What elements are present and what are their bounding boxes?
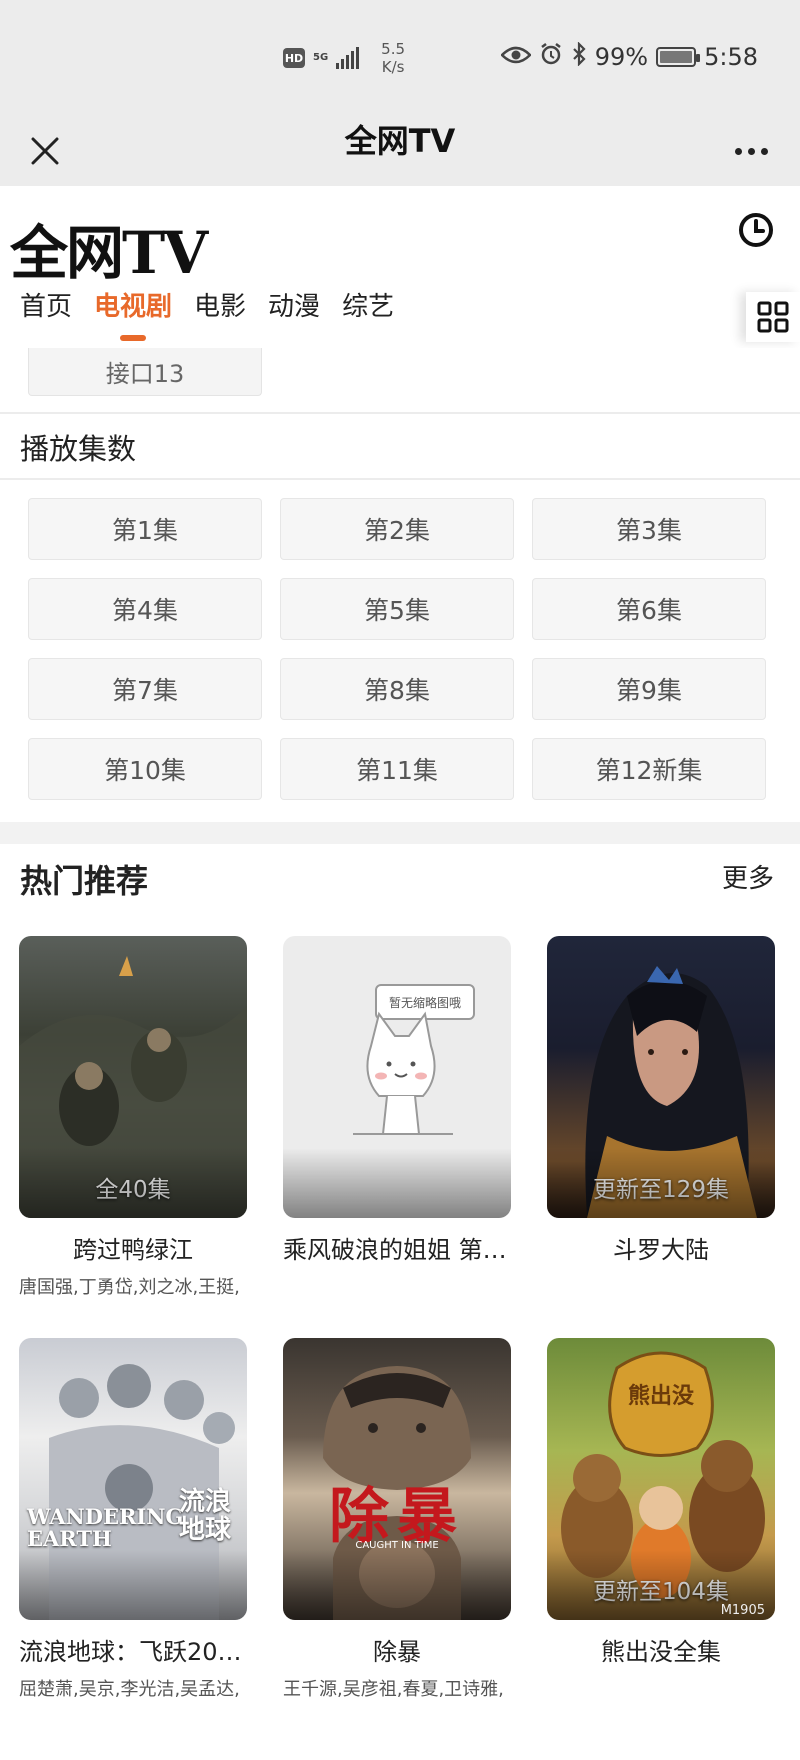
episode-button[interactable]: 第9集 xyxy=(532,658,766,720)
tab-movies[interactable]: 电影 xyxy=(194,286,246,341)
history-button[interactable] xyxy=(736,210,776,250)
source-chip[interactable]: 接口13 xyxy=(28,348,262,396)
poster-image: 全40集 xyxy=(19,936,247,1218)
tab-anime[interactable]: 动漫 xyxy=(268,286,320,341)
episode-button[interactable]: 第4集 xyxy=(28,578,262,640)
video-card[interactable]: 全40集 跨过鸭绿江 唐国强,丁勇岱,刘之冰,王挺, xyxy=(19,936,247,1299)
episode-button[interactable]: 第10集 xyxy=(28,738,262,800)
more-options-button[interactable] xyxy=(724,124,778,178)
category-grid-button[interactable] xyxy=(746,292,800,342)
tab-home[interactable]: 首页 xyxy=(20,286,72,341)
episode-button[interactable]: 第12新集 xyxy=(532,738,766,800)
section-separator xyxy=(0,822,800,844)
status-left: HD 5G 5.5 K/s xyxy=(283,40,405,76)
hot-title: 热门推荐 xyxy=(20,862,149,900)
episode-grid: 第1集 第2集 第3集 第4集 第5集 第6集 第7集 第8集 第9集 第10集… xyxy=(28,498,768,800)
card-title: 流浪地球：飞跃20… xyxy=(19,1638,242,1666)
episode-button[interactable]: 第5集 xyxy=(280,578,514,640)
poster-subtitle-text: CAUGHT IN TIME xyxy=(355,1540,439,1551)
close-button[interactable] xyxy=(18,124,72,178)
video-card[interactable]: 更新至129集 斗罗大陆 xyxy=(547,936,775,1265)
close-icon xyxy=(31,137,59,165)
video-card[interactable]: 暂无缩略图哦 乘风破浪的姐姐 第… xyxy=(283,936,511,1265)
cat-mascot-icon xyxy=(353,1011,453,1135)
speed-unit: K/s xyxy=(381,58,405,76)
poster-badge: 更新至129集 xyxy=(593,1177,729,1203)
bluetooth-icon xyxy=(571,41,587,72)
episodes-title: 播放集数 xyxy=(20,432,137,466)
poster-badge: 更新至104集 xyxy=(593,1579,729,1605)
tab-variety[interactable]: 综艺 xyxy=(342,286,394,341)
more-dots-icon xyxy=(732,147,771,155)
card-cast: 王千源,吴彦祖,春夏,卫诗雅, xyxy=(283,1679,504,1700)
episode-button[interactable]: 第7集 xyxy=(28,658,262,720)
category-tabs: 首页 电视剧 电影 动漫 综艺 xyxy=(20,286,394,341)
video-card[interactable]: WANDERING EARTH 流浪地球 流浪地球：飞跃20… 屈楚萧,吴京,李… xyxy=(19,1338,247,1701)
poster-image: WANDERING EARTH 流浪地球 xyxy=(19,1338,247,1620)
network-type: 5G xyxy=(313,52,329,63)
poster-text-cn: 流浪地球 xyxy=(179,1487,232,1545)
poster-text-en: WANDERING EARTH xyxy=(27,1504,184,1551)
source-row: 接口13 xyxy=(0,348,800,414)
card-cast: 屈楚萧,吴京,李光洁,吴孟达, xyxy=(19,1679,240,1700)
poster-image: 更新至129集 xyxy=(547,936,775,1218)
episode-button[interactable]: 第2集 xyxy=(280,498,514,560)
tab-tv-series[interactable]: 电视剧 xyxy=(94,286,172,341)
card-title: 跨过鸭绿江 xyxy=(73,1236,193,1264)
clock-icon xyxy=(739,213,773,247)
signal-icon xyxy=(336,47,360,69)
battery-fill xyxy=(660,51,692,63)
poster-logo-text: 熊出没 xyxy=(627,1384,694,1409)
episode-button[interactable]: 第11集 xyxy=(280,738,514,800)
episode-button[interactable]: 第3集 xyxy=(532,498,766,560)
status-right: 99% 5:58 xyxy=(499,41,758,72)
nav-bar: 全网TV xyxy=(0,116,800,186)
clock-time: 5:58 xyxy=(704,43,758,71)
poster-image: 熊出没 M1905 更新至104集 xyxy=(547,1338,775,1620)
card-cast: 唐国强,丁勇岱,刘之冰,王挺, xyxy=(19,1277,240,1298)
poster-placeholder: 暂无缩略图哦 xyxy=(283,936,511,1218)
episode-button[interactable]: 第8集 xyxy=(280,658,514,720)
hd-badge: HD xyxy=(283,48,305,68)
episode-button[interactable]: 第1集 xyxy=(28,498,262,560)
card-title: 除暴 xyxy=(373,1638,421,1666)
video-card[interactable]: 除暴 CAUGHT IN TIME 除暴 王千源,吴彦祖,春夏,卫诗雅, xyxy=(283,1338,511,1701)
network-speed: 5.5 K/s xyxy=(381,40,405,76)
app-header: 全网TV 首页 电视剧 电影 动漫 综艺 xyxy=(0,186,800,348)
more-link[interactable]: 更多 xyxy=(722,858,774,895)
grid-icon xyxy=(757,301,789,333)
divider xyxy=(0,478,800,480)
battery-icon xyxy=(656,47,701,67)
app-logo: 全网TV xyxy=(10,219,208,287)
video-card[interactable]: 熊出没 M1905 更新至104集 熊出没全集 xyxy=(547,1338,775,1667)
card-title: 乘风破浪的姐姐 第… xyxy=(283,1236,507,1264)
speed-value: 5.5 xyxy=(381,40,406,58)
card-title: 斗罗大陆 xyxy=(613,1236,709,1264)
status-bar: HD 5G 5.5 K/s 99% 5:58 xyxy=(0,0,800,116)
poster-badge: 全40集 xyxy=(95,1177,171,1203)
poster-image: 除暴 CAUGHT IN TIME xyxy=(283,1338,511,1620)
battery-percent: 99% xyxy=(594,43,649,71)
episode-button[interactable]: 第6集 xyxy=(532,578,766,640)
eye-icon xyxy=(499,43,532,71)
alarm-icon xyxy=(539,42,563,72)
card-title: 熊出没全集 xyxy=(601,1638,721,1666)
nav-title: 全网TV xyxy=(344,122,456,160)
poster-watermark: M1905 xyxy=(720,1603,765,1618)
